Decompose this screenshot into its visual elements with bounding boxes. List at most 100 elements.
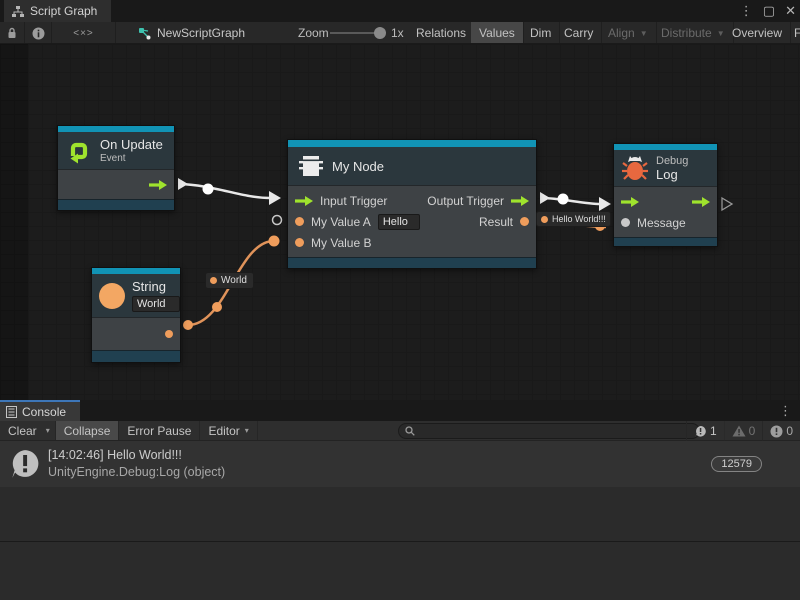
- port-label-value-b: My Value B: [311, 236, 371, 250]
- chevron-down-icon: ▾: [245, 426, 249, 435]
- debug-input-trigger-port[interactable]: [621, 197, 639, 207]
- node-accent-bar: [288, 140, 536, 147]
- clear-button[interactable]: Clear: [0, 421, 41, 440]
- zoom-value: 1x: [391, 22, 404, 44]
- log-entry-row[interactable]: [14:02:46] Hello World!!! UnityEngine.De…: [0, 441, 800, 487]
- node-on-update[interactable]: On Update Event: [57, 125, 175, 211]
- graph-name[interactable]: NewScriptGraph: [138, 22, 245, 44]
- tab-script-graph[interactable]: Script Graph: [4, 0, 111, 22]
- window-titlebar: Script Graph ⋮ ▢ ✕: [0, 0, 800, 22]
- info-button[interactable]: [25, 22, 52, 44]
- graph-toolbar: <×> NewScriptGraph Zoom 1x Relations Val…: [0, 22, 800, 44]
- dim-button[interactable]: Dim: [522, 22, 560, 44]
- node-header: String: [92, 274, 180, 317]
- wire-start-dot: [183, 320, 193, 330]
- lock-button[interactable]: [0, 22, 25, 44]
- warning-count: 0: [749, 424, 756, 438]
- error-count-toggle[interactable]: 0: [762, 421, 800, 441]
- error-circle-icon: [770, 425, 783, 438]
- value-a-port[interactable]: [295, 217, 304, 226]
- node-body: [92, 317, 180, 350]
- overview-button[interactable]: Overview: [724, 22, 791, 44]
- values-button[interactable]: Values: [471, 22, 524, 44]
- string-value-field[interactable]: [132, 296, 180, 312]
- port-label-result: Result: [479, 215, 513, 229]
- editor-dropdown-button[interactable]: Editor ▾: [200, 421, 257, 440]
- node-footer: [92, 350, 180, 362]
- graph-name-label: NewScriptGraph: [157, 26, 245, 40]
- code-view-button[interactable]: <×>: [52, 22, 116, 44]
- wire-end-arrow: [269, 191, 281, 205]
- carry-label: Carry: [564, 26, 593, 40]
- tab-console[interactable]: Console: [0, 400, 80, 421]
- zoom-slider-handle[interactable]: [374, 27, 386, 39]
- tab-title: Script Graph: [30, 4, 97, 18]
- clear-dropdown-button[interactable]: ▾: [41, 421, 56, 440]
- wire-value-tooltip-hello-world: Hello World!!!: [536, 211, 611, 227]
- node-string[interactable]: String: [91, 267, 181, 363]
- debug-output-trigger-port[interactable]: [692, 197, 710, 207]
- graph-canvas[interactable]: On Update Event: [0, 44, 800, 400]
- message-port[interactable]: [621, 218, 630, 227]
- tooltip-text: Hello World!!!: [552, 214, 606, 224]
- console-detail-pane: [0, 542, 800, 600]
- node-header: My Node: [288, 147, 536, 185]
- result-port[interactable]: [520, 217, 529, 226]
- value-b-port[interactable]: [295, 238, 304, 247]
- info-count-toggle[interactable]: 1: [686, 421, 724, 441]
- node-debug-log[interactable]: Debug Log Message: [613, 143, 718, 247]
- relations-label: Relations: [416, 26, 466, 40]
- input-trigger-port[interactable]: [295, 196, 313, 206]
- console-list-icon: [6, 406, 17, 418]
- search-icon: [405, 426, 415, 436]
- console-menu-icon[interactable]: ⋮: [779, 400, 792, 421]
- tooltip-text: World: [221, 275, 247, 286]
- wire-end-arrow: [599, 197, 611, 211]
- wire-mynode-to-debuglog[interactable]: [541, 198, 601, 204]
- flow-dot: [203, 184, 214, 195]
- node-body: Message: [614, 186, 717, 237]
- relations-button[interactable]: Relations: [408, 22, 475, 44]
- log-line-2: UnityEngine.Debug:Log (object): [48, 464, 703, 481]
- flow-dot: [558, 194, 569, 205]
- console-search[interactable]: [398, 423, 700, 439]
- console-toolbar: Clear ▾ Collapse Error Pause Editor ▾: [0, 421, 800, 441]
- window-menu-icon[interactable]: ⋮: [740, 0, 753, 22]
- info-count: 1: [710, 424, 717, 438]
- overview-label: Overview: [732, 26, 782, 40]
- wire-onupdate-to-mynode[interactable]: [179, 184, 270, 198]
- value-a-field[interactable]: [378, 214, 420, 230]
- carry-button[interactable]: Carry: [556, 22, 602, 44]
- node-my-node[interactable]: My Node Input Trigger Output Trigger: [287, 139, 537, 269]
- error-count: 0: [786, 424, 793, 438]
- output-trigger-port[interactable]: [511, 196, 529, 206]
- trigger-output-port[interactable]: [149, 180, 167, 190]
- value-dot-icon: [210, 277, 217, 284]
- warning-count-toggle[interactable]: 0: [724, 421, 763, 441]
- fullscreen-button[interactable]: Full S: [786, 22, 800, 44]
- collapse-button[interactable]: Collapse: [56, 421, 120, 440]
- chevron-down-icon: ▼: [640, 29, 648, 38]
- log-bubble-icon: [10, 449, 40, 479]
- node-subtitle: Event: [100, 153, 163, 164]
- search-input[interactable]: [419, 425, 693, 437]
- maximize-icon[interactable]: ▢: [763, 0, 775, 22]
- distribute-button[interactable]: Distribute▼: [653, 22, 734, 44]
- distribute-label: Distribute: [661, 26, 712, 40]
- error-pause-label: Error Pause: [127, 424, 191, 438]
- lock-icon: [7, 27, 17, 39]
- value-dot-icon: [541, 216, 548, 223]
- zoom-slider[interactable]: [330, 32, 380, 34]
- node-header: On Update Event: [58, 132, 174, 169]
- info-bubble-icon: [694, 425, 707, 438]
- error-pause-button[interactable]: Error Pause: [119, 421, 200, 440]
- bug-icon: [622, 154, 648, 182]
- close-icon[interactable]: ✕: [785, 0, 796, 22]
- align-button[interactable]: Align▼: [600, 22, 657, 44]
- flow-dot: [212, 302, 222, 312]
- console-tabbar: Console ⋮: [0, 400, 800, 421]
- wire-start-arrow: [540, 192, 550, 204]
- port-label-value-a: My Value A: [311, 215, 371, 229]
- info-icon: [32, 27, 45, 40]
- string-output-port[interactable]: [165, 330, 173, 338]
